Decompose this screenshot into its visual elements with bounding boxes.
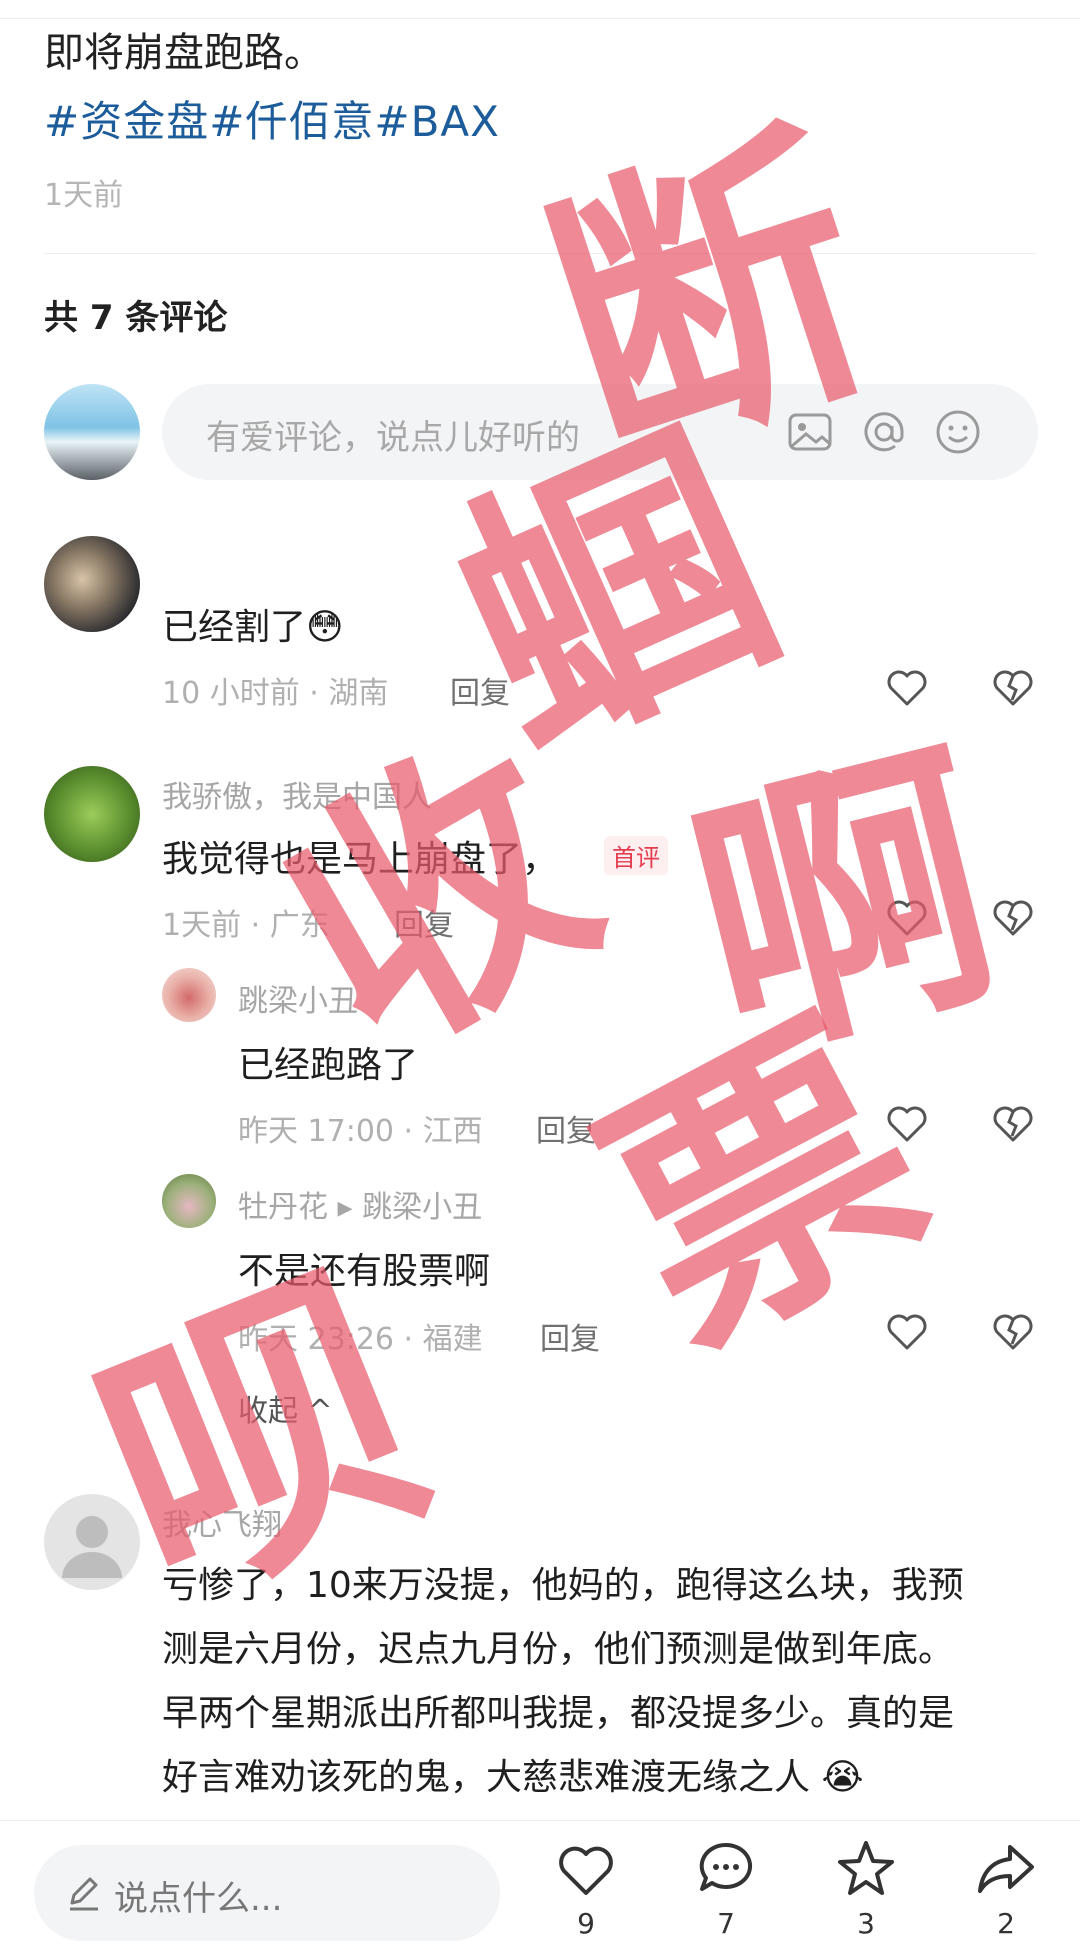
star-icon [838, 1841, 894, 1895]
like-icon[interactable] [884, 1100, 930, 1146]
share-count: 2 [997, 1907, 1015, 1940]
image-icon[interactable] [784, 406, 836, 458]
post-time: 1天前 [44, 178, 124, 213]
dislike-icon[interactable] [990, 1100, 1036, 1146]
comment-avatar[interactable] [44, 766, 140, 862]
top-divider [0, 18, 1080, 19]
comment-text-line: 亏惨了，10来万没提，他妈的，跑得这么块，我预 [162, 1565, 964, 1606]
comment-button[interactable]: 7 [686, 1837, 766, 1940]
comment-input[interactable]: 有爱评论，说点儿好听的 [162, 384, 1038, 480]
comment-text-line: 好言难劝该死的鬼，大慈悲难渡无缘之人 😭 [162, 1757, 864, 1798]
like-icon[interactable] [884, 1308, 930, 1354]
dislike-icon[interactable] [990, 894, 1036, 940]
pencil-icon [70, 1877, 98, 1911]
comment-avatar[interactable] [44, 536, 140, 632]
watermark-char: 啊 [663, 704, 1027, 1106]
post-last-line: 即将崩盘跑路。 [44, 30, 324, 76]
emoji-icon[interactable] [932, 406, 984, 458]
section-divider [44, 253, 1036, 254]
say-something-placeholder: 说点什么... [114, 1879, 283, 1919]
first-comment-badge: 首评 [604, 836, 668, 875]
reply-button[interactable]: 回复 [536, 1106, 596, 1150]
mention-icon[interactable] [858, 406, 910, 458]
heart-icon [559, 1846, 613, 1895]
comment-text: 我觉得也是马上崩盘了， [162, 839, 559, 880]
comment-avatar[interactable] [44, 1494, 140, 1590]
reply-avatar[interactable] [162, 1174, 216, 1228]
say-something-input[interactable]: 说点什么... [34, 1845, 500, 1941]
reply-button[interactable]: 回复 [394, 900, 454, 944]
comment-username[interactable]: 我心飞翔 [162, 1500, 282, 1544]
favorite-button[interactable]: 3 [826, 1837, 906, 1940]
reply-text: 不是还有股票啊 [238, 1251, 491, 1292]
my-avatar[interactable] [44, 384, 140, 480]
reply-button[interactable]: 回复 [540, 1314, 600, 1358]
dislike-icon[interactable] [990, 1308, 1036, 1354]
comment-count: 7 [717, 1907, 735, 1940]
dislike-icon[interactable] [990, 664, 1036, 710]
comment-username[interactable]: 我骄傲，我是中国人 [162, 772, 432, 816]
default-avatar-icon [62, 1516, 122, 1578]
reply-username[interactable]: 跳梁小丑 [238, 976, 358, 1020]
like-count: 9 [577, 1907, 595, 1940]
comments-count: 共 7 条评论 [44, 298, 228, 338]
like-button[interactable]: 9 [546, 1837, 626, 1940]
comment-bubble-icon [699, 1842, 753, 1891]
comment-meta: 1天前 · 广东 [162, 908, 330, 943]
reply-text: 已经跑路了 [238, 1045, 419, 1086]
reply-username[interactable]: 牡丹花 ▸ 跳梁小丑 [238, 1182, 482, 1226]
like-icon[interactable] [884, 664, 930, 710]
share-arrow-icon [978, 1845, 1034, 1893]
bottom-bar: 说点什么... 9 7 3 2 [0, 1820, 1080, 1957]
comment-text-line: 测是六月份，迟点九月份，他们预测是做到年底。 [162, 1629, 955, 1670]
reply-button[interactable]: 回复 [450, 668, 510, 712]
favorite-count: 3 [857, 1907, 875, 1940]
reply-avatar[interactable] [162, 968, 216, 1022]
comment-input-placeholder: 有爱评论，说点儿好听的 [206, 418, 580, 458]
share-button[interactable]: 2 [966, 1837, 1046, 1940]
comment-text-line: 早两个星期派出所都叫我提，都没提多少。真的是 [162, 1693, 955, 1734]
like-icon[interactable] [884, 894, 930, 940]
reply-meta: 昨天 17:00 · 江西 [238, 1114, 483, 1149]
comment-text: 已经割了😳 [162, 607, 344, 648]
comment-meta: 10 小时前 · 湖南 [162, 676, 389, 711]
post-hashtags[interactable]: #资金盘#仟佰意#BAX [44, 88, 500, 149]
collapse-replies-button[interactable]: 收起 ^ [238, 1386, 333, 1430]
reply-meta: 昨天 23:26 · 福建 [238, 1322, 483, 1357]
